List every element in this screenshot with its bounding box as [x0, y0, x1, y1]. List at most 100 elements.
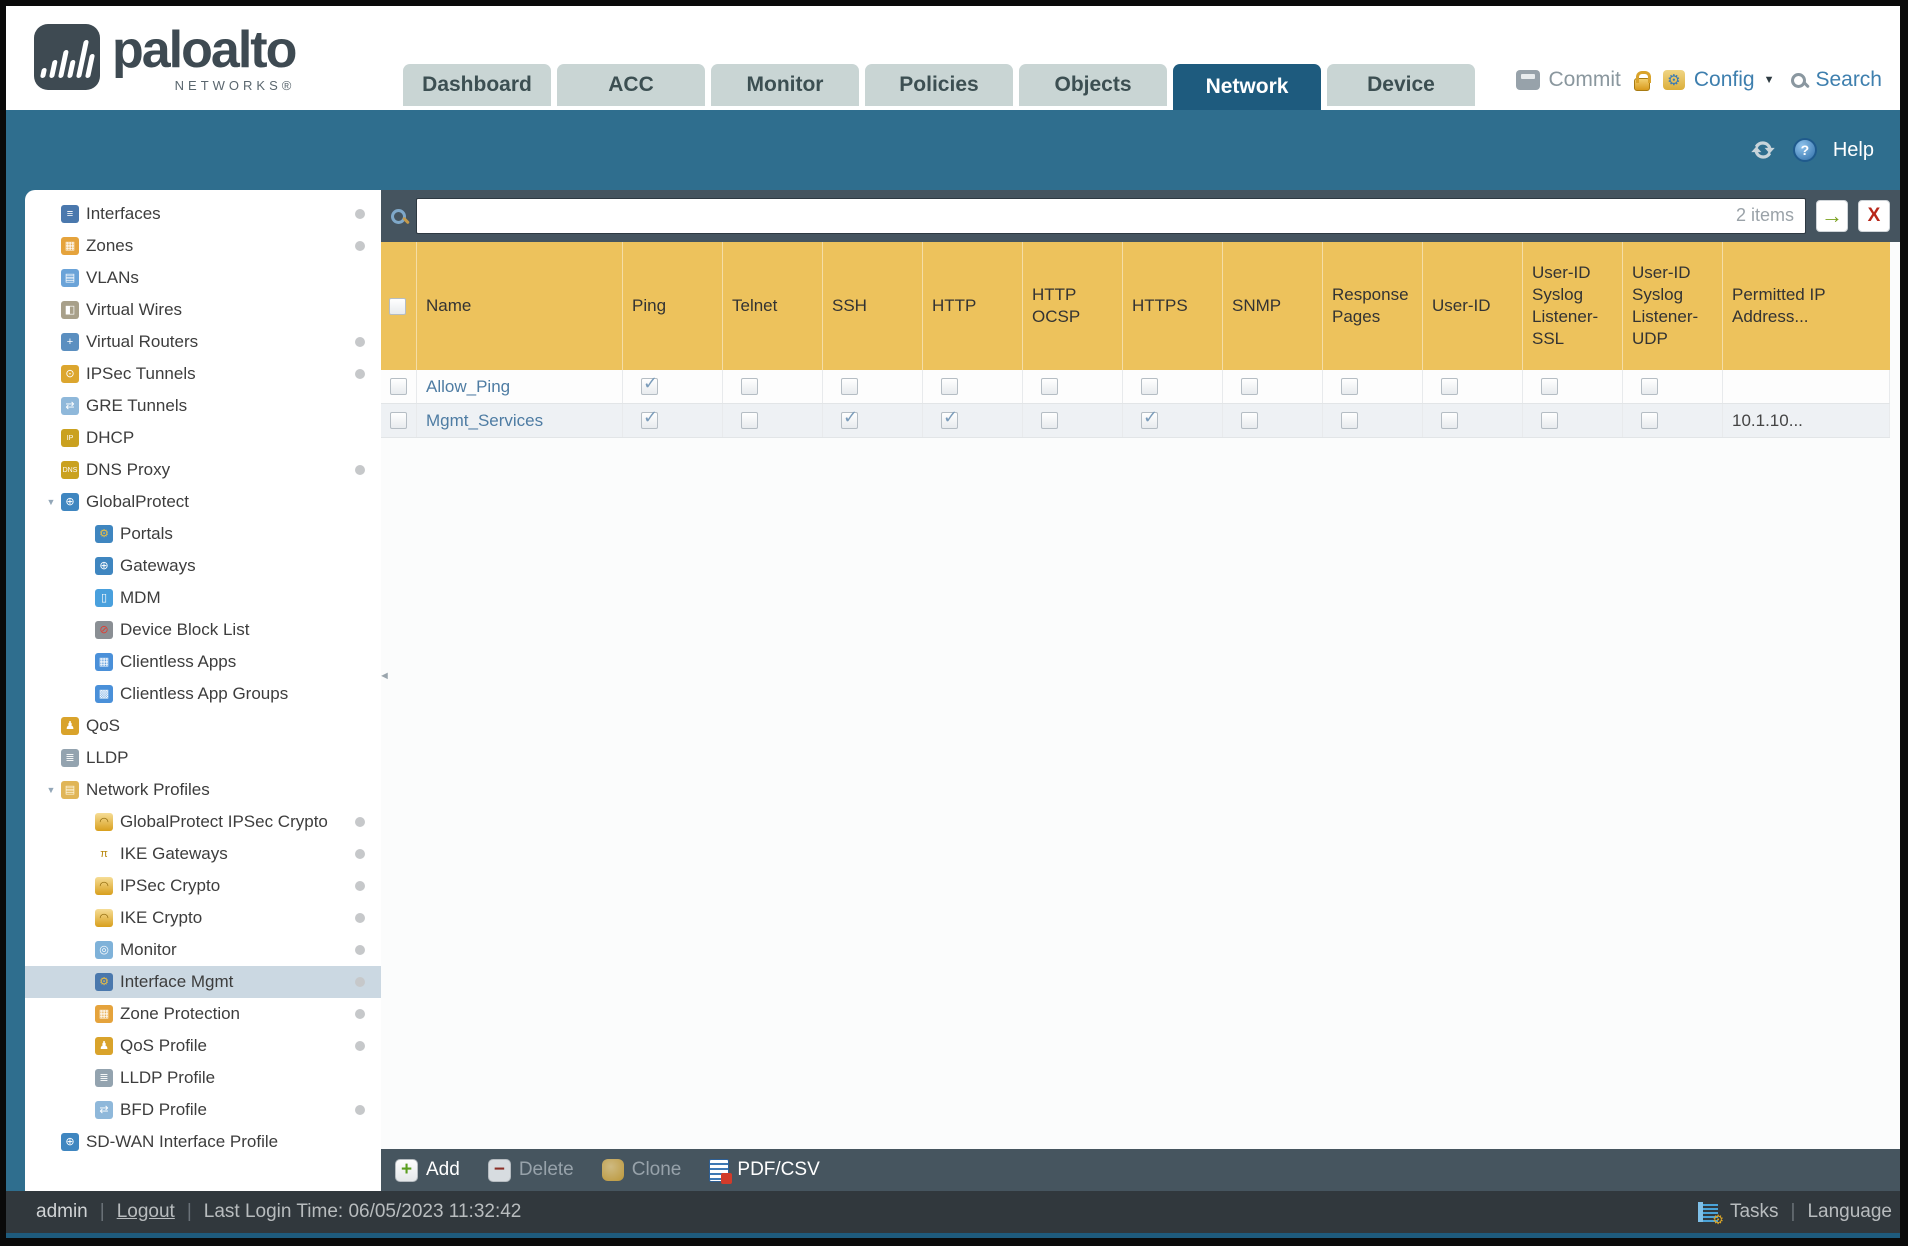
table-row-mgmt-services[interactable]: Mgmt_Services ✓ ✓ ✓ ✓ 10.1.10...	[381, 404, 1890, 438]
bfd-profile-icon: ⇄	[95, 1101, 113, 1119]
sidebar-item-ipsec-crypto[interactable]: ◠ IPSec Crypto	[25, 870, 381, 902]
unchecked-checkbox-icon	[1141, 378, 1158, 395]
sidebar-item-label: MDM	[120, 588, 161, 607]
tab-objects[interactable]: Objects	[1019, 64, 1167, 106]
table-body: Allow_Ping ✓ Mgmt_Services ✓ ✓ ✓ ✓ 10.1.10...	[381, 370, 1890, 438]
sidebar-item-device-block-list[interactable]: ⊘ Device Block List	[25, 614, 381, 646]
sidebar-item-label: BFD Profile	[120, 1100, 207, 1119]
sidebar-item-qos[interactable]: ♟ QoS	[25, 710, 381, 742]
sidebar-item-vlans[interactable]: ▤ VLANs	[25, 262, 381, 294]
sidebar-collapse-handle[interactable]: ◄	[379, 670, 390, 682]
col-header-snmp[interactable]: SNMP	[1223, 242, 1323, 370]
global-search-button[interactable]: Search	[1815, 68, 1882, 92]
col-header-user-id[interactable]: User-ID	[1423, 242, 1523, 370]
sidebar-item-bfd-profile[interactable]: ⇄ BFD Profile	[25, 1094, 381, 1126]
row-select-checkbox[interactable]	[390, 412, 407, 429]
sidebar-item-clientless-app-groups[interactable]: ▩ Clientless App Groups	[25, 678, 381, 710]
sidebar-item-mdm[interactable]: ▯ MDM	[25, 582, 381, 614]
select-all-checkbox[interactable]	[389, 297, 406, 315]
sidebar-item-virtual-routers[interactable]: + Virtual Routers	[25, 326, 381, 358]
row-select-checkbox[interactable]	[390, 378, 407, 395]
col-header-name[interactable]: Name	[417, 242, 623, 370]
delete-icon: −	[487, 1158, 511, 1182]
sidebar-item-globalprotect[interactable]: ▼ ⊕ GlobalProtect	[25, 486, 381, 518]
lock-icon[interactable]	[1633, 70, 1651, 91]
col-header-ssh[interactable]: SSH	[823, 242, 923, 370]
refresh-icon[interactable]	[1749, 138, 1777, 162]
sidebar-item-clientless-apps[interactable]: ▦ Clientless Apps	[25, 646, 381, 678]
sidebar-item-label: LLDP Profile	[120, 1068, 216, 1087]
help-icon[interactable]: ?	[1792, 138, 1817, 162]
sidebar-item-qos-profile[interactable]: ♟ QoS Profile	[25, 1030, 381, 1062]
tab-network[interactable]: Network	[1173, 64, 1321, 110]
sidebar-item-lldp-profile[interactable]: ≣ LLDP Profile	[25, 1062, 381, 1094]
chevron-down-icon[interactable]: ▼	[1764, 74, 1775, 86]
search-input[interactable]	[416, 198, 1806, 234]
paloalto-logo: paloalto NETWORKS®	[34, 18, 297, 93]
search-icon[interactable]	[391, 208, 406, 224]
sidebar-item-label: Virtual Wires	[86, 300, 183, 319]
device-block-list-icon: ⊘	[95, 621, 113, 639]
sidebar-item-interface-mgmt[interactable]: ⚙ Interface Mgmt	[25, 966, 381, 998]
col-header-http[interactable]: HTTP	[923, 242, 1023, 370]
sidebar-item-label: Zones	[86, 236, 134, 255]
config-menu-button[interactable]: Config	[1694, 68, 1755, 92]
sidebar-item-ike-gateways[interactable]: π IKE Gateways	[25, 838, 381, 870]
tab-policies[interactable]: Policies	[865, 64, 1013, 106]
sidebar-item-sd-wan-interface-profile[interactable]: ⊕ SD-WAN Interface Profile	[25, 1126, 381, 1158]
tree-expander-icon[interactable]: ▼	[41, 785, 61, 795]
check-cell-ping: ✓	[623, 370, 723, 403]
col-header-ping[interactable]: Ping	[623, 242, 723, 370]
add-button[interactable]: + Add	[395, 1158, 460, 1182]
logout-link[interactable]: Logout	[117, 1201, 175, 1223]
profile-name-link[interactable]: Allow_Ping	[426, 377, 510, 397]
col-header-user-id-syslog-listener-udp[interactable]: User-ID Syslog Listener-UDP	[1623, 242, 1723, 370]
tab-acc[interactable]: ACC	[557, 64, 705, 106]
sidebar-item-portals[interactable]: ⚙ Portals	[25, 518, 381, 550]
toolbar-button-label: Clone	[631, 1159, 682, 1180]
col-header-permitted-ip-address[interactable]: Permitted IP Address...	[1723, 242, 1890, 370]
tab-monitor[interactable]: Monitor	[711, 64, 859, 106]
sidebar-item-gre-tunnels[interactable]: ⇄ GRE Tunnels	[25, 390, 381, 422]
table-search-bar: 2 items → X	[381, 190, 1900, 242]
bottom-toolbar: + Add − Delete Clone PDF/CSV	[381, 1149, 1900, 1191]
name-cell: Mgmt_Services	[417, 404, 623, 437]
sidebar-item-zone-protection[interactable]: ▦ Zone Protection	[25, 998, 381, 1030]
col-header-user-id-syslog-listener-ssl[interactable]: User-ID Syslog Listener-SSL	[1523, 242, 1623, 370]
commit-button[interactable]: Commit	[1549, 68, 1621, 92]
tab-dashboard[interactable]: Dashboard	[403, 64, 551, 106]
unchecked-checkbox-icon	[941, 378, 958, 395]
sidebar-item-globalprotect-ipsec-crypto[interactable]: ◠ GlobalProtect IPSec Crypto	[25, 806, 381, 838]
sidebar-item-dhcp[interactable]: IP DHCP	[25, 422, 381, 454]
lldp-icon: ≣	[61, 749, 79, 767]
profile-name-link[interactable]: Mgmt_Services	[426, 411, 543, 431]
table-row-allow-ping[interactable]: Allow_Ping ✓	[381, 370, 1890, 404]
help-label[interactable]: Help	[1833, 139, 1874, 162]
tab-device[interactable]: Device	[1327, 64, 1475, 106]
sidebar-item-interfaces[interactable]: ≡ Interfaces	[25, 198, 381, 230]
sidebar-item-dns-proxy[interactable]: DNS DNS Proxy	[25, 454, 381, 486]
sidebar-item-virtual-wires[interactable]: ◧ Virtual Wires	[25, 294, 381, 326]
language-button[interactable]: Language	[1807, 1201, 1892, 1223]
sidebar-item-gateways[interactable]: ⊕ Gateways	[25, 550, 381, 582]
tasks-icon	[1697, 1202, 1724, 1228]
sidebar-item-zones[interactable]: ▦ Zones	[25, 230, 381, 262]
sidebar-item-monitor[interactable]: ◎ Monitor	[25, 934, 381, 966]
col-header-telnet[interactable]: Telnet	[723, 242, 823, 370]
col-header-response-pages[interactable]: Response Pages	[1323, 242, 1423, 370]
col-header-http-ocsp[interactable]: HTTP OCSP	[1023, 242, 1123, 370]
toolbar-button-label: PDF/CSV	[737, 1159, 820, 1180]
tree-expander-icon[interactable]: ▼	[41, 497, 61, 507]
sidebar-item-network-profiles[interactable]: ▼ ▤ Network Profiles	[25, 774, 381, 806]
col-header-https[interactable]: HTTPS	[1123, 242, 1223, 370]
clear-filter-button[interactable]: X	[1858, 200, 1890, 232]
pdf-csv-button[interactable]: PDF/CSV	[709, 1158, 820, 1184]
sidebar-item-lldp[interactable]: ≣ LLDP	[25, 742, 381, 774]
tasks-button[interactable]: Tasks	[1730, 1201, 1779, 1223]
apply-filter-button[interactable]: →	[1816, 200, 1848, 232]
unchecked-checkbox-icon	[741, 412, 758, 429]
sidebar-item-ipsec-tunnels[interactable]: ⊙ IPSec Tunnels	[25, 358, 381, 390]
sidebar-item-ike-crypto[interactable]: ◠ IKE Crypto	[25, 902, 381, 934]
vlans-icon: ▤	[61, 269, 79, 287]
add-icon: +	[395, 1158, 418, 1182]
